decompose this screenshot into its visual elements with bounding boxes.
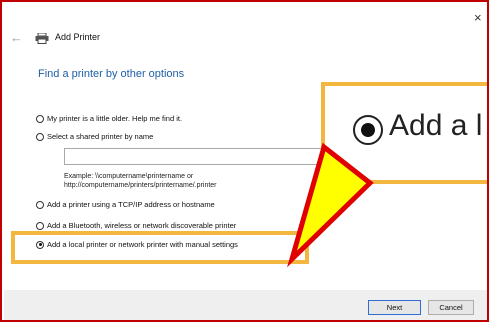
callout-arrow [287,142,374,268]
arrow-icon [287,142,374,268]
cancel-button[interactable]: Cancel [428,300,474,315]
screenshot-frame: × ← Add Printer Find a printer by other … [0,0,489,322]
next-button[interactable]: Next [368,300,421,315]
